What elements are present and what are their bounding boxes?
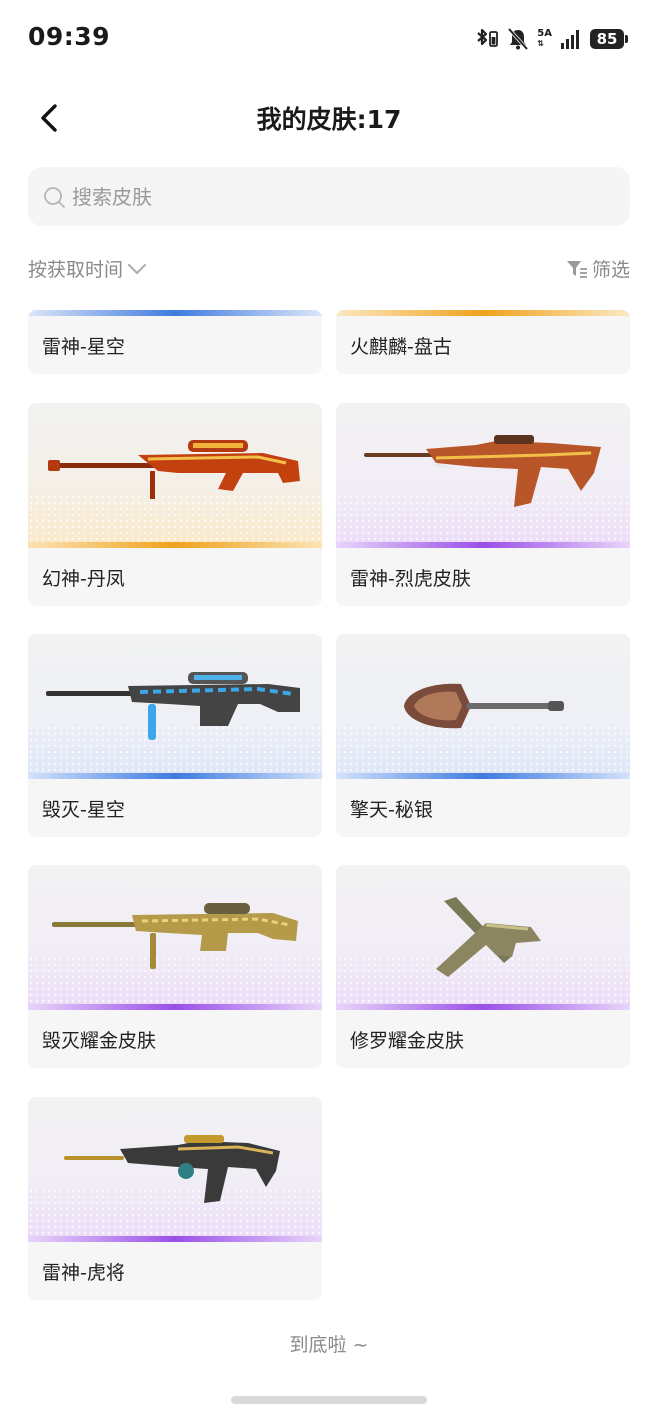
search-icon	[44, 186, 65, 208]
skin-card[interactable]: 擎天-秘银	[336, 634, 630, 837]
crossed-pistol-knife-icon	[436, 897, 541, 977]
filter-icon	[566, 260, 587, 278]
skin-card[interactable]: 雷神-星空	[28, 310, 322, 374]
search-bar[interactable]	[28, 167, 630, 226]
battery-level: 85	[590, 29, 624, 49]
end-of-list-text: 到底啦 ~	[289, 1334, 369, 1356]
sort-dropdown[interactable]: 按获取时间	[28, 255, 147, 282]
rarity-bar	[336, 773, 630, 779]
status-time: 09:39	[28, 22, 111, 51]
skin-image	[336, 865, 630, 1010]
home-indicator[interactable]	[231, 1396, 427, 1404]
page-title: 我的皮肤:17	[256, 105, 402, 134]
rarity-bar	[336, 1004, 630, 1010]
status-bar: 09:39 5A ⇅ 85	[0, 0, 658, 78]
rarity-bar	[28, 542, 322, 548]
skin-card[interactable]: 修罗耀金皮肤	[336, 865, 630, 1068]
skin-name: 擎天-秘银	[350, 798, 433, 821]
skin-name: 修罗耀金皮肤	[350, 1029, 465, 1052]
rarity-bar	[28, 773, 322, 779]
filter-label: 筛选	[591, 259, 630, 281]
skin-card[interactable]: 火麒麟-盘古	[336, 310, 630, 374]
sort-label: 按获取时间	[28, 259, 124, 281]
skin-image	[336, 634, 630, 779]
sniper-rifle-icon	[46, 672, 300, 740]
signal-icon	[561, 30, 579, 49]
skin-card[interactable]: 雷神-虎将	[28, 1097, 322, 1300]
network-type: 5A ⇅	[537, 28, 552, 49]
sniper-rifle-icon	[48, 440, 300, 499]
skin-card[interactable]: 毁灭耀金皮肤	[28, 865, 322, 1068]
skin-card[interactable]: 毁灭-星空	[28, 634, 322, 837]
skin-image	[28, 865, 322, 1010]
skin-image	[28, 1097, 322, 1242]
battery-icon: 85	[590, 29, 628, 49]
skin-name: 雷神-烈虎皮肤	[350, 567, 471, 590]
sort-filter-row: 按获取时间 筛选	[28, 255, 630, 287]
status-icons: 5A ⇅ 85	[473, 26, 628, 52]
rarity-bar	[28, 1004, 322, 1010]
bluetooth-icon	[477, 28, 499, 47]
skin-name: 火麒麟-盘古	[350, 335, 452, 358]
rarity-bar	[336, 542, 630, 548]
skin-image	[28, 634, 322, 779]
skin-name: 雷神-星空	[42, 335, 125, 358]
chevron-down-icon	[127, 263, 147, 274]
mute-icon	[507, 27, 529, 51]
assault-rifle-icon	[364, 435, 601, 507]
assault-rifle-icon	[64, 1135, 280, 1203]
skin-name: 雷神-虎将	[42, 1261, 125, 1284]
skin-card[interactable]: 雷神-烈虎皮肤	[336, 403, 630, 606]
skin-name: 毁灭耀金皮肤	[42, 1029, 157, 1052]
skin-name: 幻神-丹凤	[42, 567, 125, 590]
filter-button[interactable]: 筛选	[566, 255, 630, 282]
skin-card[interactable]: 幻神-丹凤	[28, 403, 322, 606]
app-header: 我的皮肤:17	[0, 90, 658, 146]
rarity-bar	[28, 1236, 322, 1242]
shovel-icon	[404, 683, 564, 729]
sniper-rifle-icon	[52, 903, 298, 969]
skin-image	[28, 403, 322, 548]
skin-image	[336, 403, 630, 548]
skin-name: 毁灭-星空	[42, 798, 125, 821]
search-input[interactable]	[72, 184, 592, 209]
